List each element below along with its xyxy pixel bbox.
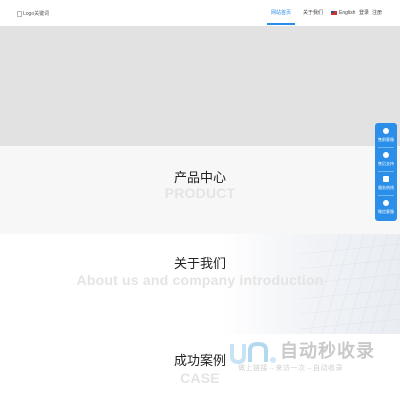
float-item-aftersales[interactable]: 售后支持 [375, 147, 397, 171]
register-link[interactable]: 注册 [372, 10, 382, 16]
nav-item-home[interactable]: 网站首页 [271, 10, 291, 16]
float-label: 售前客服 [378, 137, 394, 142]
product-subtitle: PRODUCT [164, 185, 236, 201]
language-switch[interactable]: English [331, 10, 355, 16]
main-nav: 网站首页 关于我们 English 登录 注册 [0, 0, 400, 26]
product-section: 产品中心 PRODUCT [0, 146, 400, 234]
login-link[interactable]: 登录 [359, 10, 369, 16]
product-title: 产品中心 [173, 170, 226, 185]
float-label: 服务热线 [378, 185, 394, 190]
float-item-presales[interactable]: 售前客服 [375, 123, 397, 147]
watermark-subtitle: 做上链接→来访一次→自动收录 [238, 365, 343, 372]
nav-item-about[interactable]: 关于我们 [303, 10, 323, 16]
chat-icon [383, 128, 389, 134]
site-header: Logo关键词 网站首页 关于我们 English 登录 注册 [0, 0, 400, 26]
wechat-icon [383, 200, 389, 206]
float-label: 售后支持 [378, 161, 394, 166]
about-section: 关于我们 About us and company introduction [0, 234, 400, 334]
float-item-hotline[interactable]: 服务热线 [375, 171, 397, 195]
about-subtitle: About us and company introduction [76, 272, 324, 288]
hero-banner [0, 26, 400, 146]
about-title: 关于我们 [173, 256, 226, 271]
floating-contact-bar: 售前客服 售后支持 服务热线 微信客服 [375, 123, 397, 221]
float-item-wechat[interactable]: 微信客服 [375, 195, 397, 219]
uk-flag-icon [331, 11, 337, 15]
language-label: English [339, 10, 356, 16]
float-label: 微信客服 [378, 209, 394, 214]
nav-active-indicator [267, 23, 295, 25]
phone-icon [383, 176, 389, 182]
watermark: 自动秒收录 做上链接→来访一次→自动收录 [228, 338, 388, 378]
watermark-logo-icon [230, 341, 276, 365]
watermark-title: 自动秒收录 [280, 341, 375, 361]
support-icon [383, 152, 389, 158]
